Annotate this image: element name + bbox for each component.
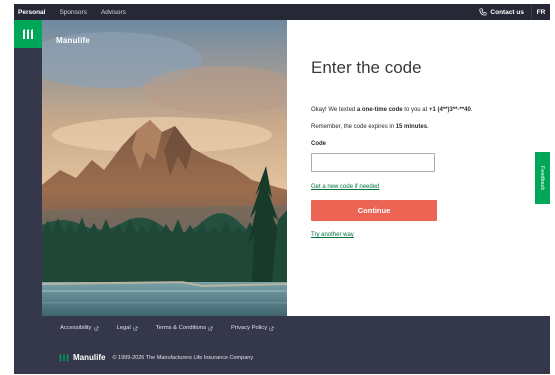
continue-button[interactable]: Continue <box>311 200 437 221</box>
footer-links: Accessibility Legal Terms & Conditions P… <box>60 325 274 331</box>
footer-link-privacy[interactable]: Privacy Policy <box>231 325 274 331</box>
expiry-text-1: Remember, the code expires in <box>311 124 396 130</box>
footer-link-terms[interactable]: Terms & Conditions <box>156 325 213 331</box>
try-another-way-link[interactable]: Try another way <box>311 232 354 238</box>
external-link-icon <box>94 326 98 330</box>
code-entry-panel: Enter the code Okay! We texted a one-tim… <box>287 20 550 316</box>
footer-link-label: Privacy Policy <box>231 325 268 331</box>
get-new-code-link[interactable]: Get a new code if needed <box>311 184 379 190</box>
code-sent-text-1: Okay! We texted <box>311 107 357 113</box>
masked-phone-number: +1 (4**)3**-**40 <box>428 107 471 113</box>
code-field-label: Code <box>311 141 326 147</box>
nav-advisors[interactable]: Advisors <box>94 9 133 16</box>
top-bar-right: Contact us FR <box>472 4 550 20</box>
footer-link-label: Legal <box>116 325 131 331</box>
code-input[interactable] <box>311 153 435 172</box>
external-link-icon <box>208 326 213 330</box>
expiry-duration: 15 minutes <box>395 124 428 130</box>
manulife-m-logo-icon <box>23 29 33 39</box>
phone-icon <box>479 8 487 16</box>
footer-link-legal[interactable]: Legal <box>117 325 138 331</box>
code-sent-emphasis: a one-time code <box>356 107 403 113</box>
copyright-text: © 1999-2026 The Manufacturers Life Insur… <box>112 354 254 361</box>
code-sent-text-3: . <box>470 107 473 113</box>
manulife-m-logo-icon <box>59 354 69 362</box>
hero-image: Manulife <box>42 20 287 316</box>
top-bar: Personal Sponsors Advisors Contact us FR <box>14 4 550 20</box>
page-frame: Personal Sponsors Advisors Contact us FR <box>14 4 550 374</box>
footer: Accessibility Legal Terms & Conditions P… <box>42 316 550 374</box>
mountain-landscape-image <box>42 20 287 316</box>
external-link-icon <box>133 326 138 330</box>
feedback-label: Feedback <box>539 165 546 191</box>
expiry-text-2: . <box>427 124 429 130</box>
segment-nav: Personal Sponsors Advisors <box>14 4 133 20</box>
nav-sponsors[interactable]: Sponsors <box>52 9 93 16</box>
left-sidebar <box>14 20 42 374</box>
page-title: Enter the code <box>311 58 422 77</box>
feedback-tab[interactable]: Feedback <box>535 152 550 204</box>
code-sent-message: Okay! We texted a one-time code to you a… <box>311 107 473 113</box>
language-toggle[interactable]: FR <box>531 4 550 20</box>
footer-link-label: Accessibility <box>60 325 92 331</box>
manulife-logo-tile[interactable] <box>14 20 42 48</box>
nav-personal[interactable]: Personal <box>14 9 52 16</box>
hero-brand-name: Manulife <box>56 36 91 45</box>
contact-us-label: Contact us <box>490 8 524 16</box>
footer-brand-name: Manulife <box>73 353 106 362</box>
external-link-icon <box>269 326 274 330</box>
footer-link-label: Terms & Conditions <box>155 325 207 331</box>
contact-us-link[interactable]: Contact us <box>472 8 531 16</box>
code-sent-text-2: to you at <box>402 107 429 113</box>
footer-brand-row: Manulife © 1999-2026 The Manufacturers L… <box>59 353 253 362</box>
expiry-message: Remember, the code expires in 15 minutes… <box>311 124 429 130</box>
footer-link-accessibility[interactable]: Accessibility <box>60 325 99 331</box>
